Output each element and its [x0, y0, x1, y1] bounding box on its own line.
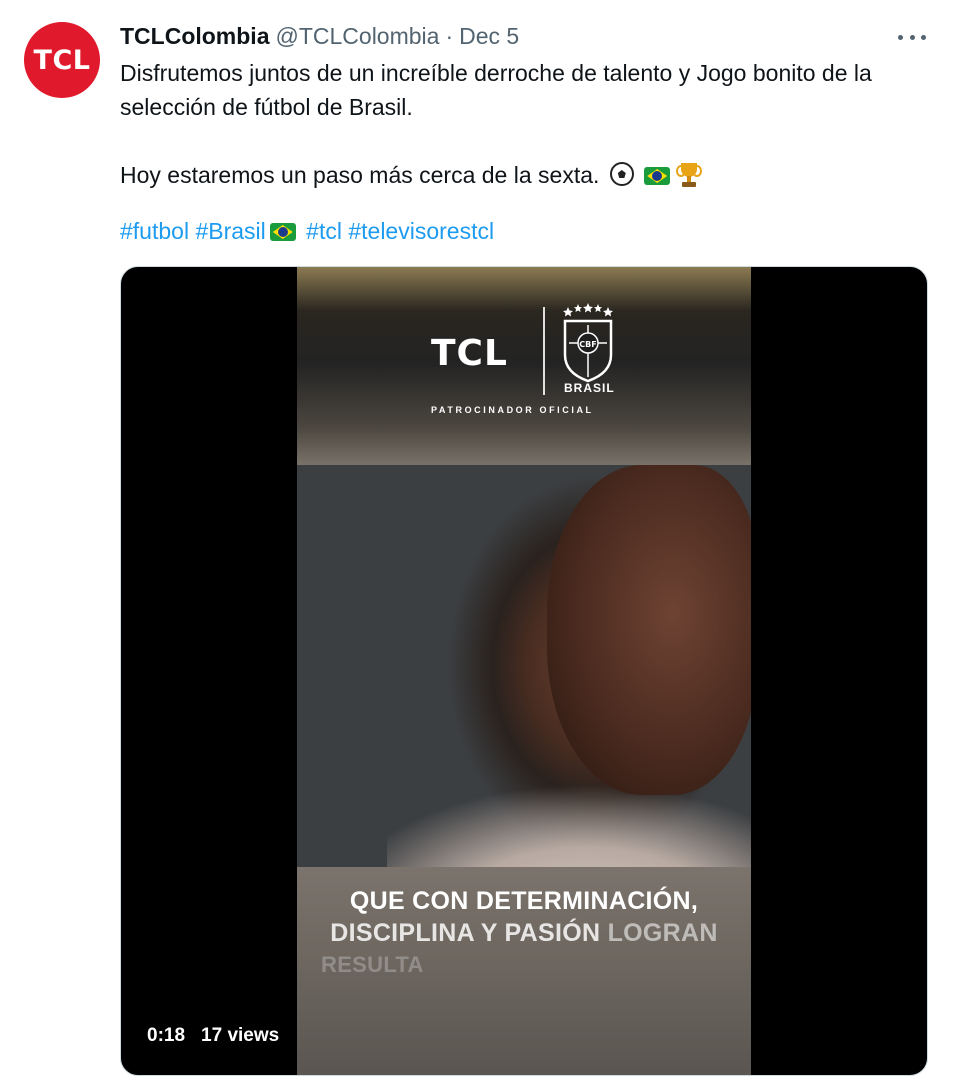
caption-line-2: DISCIPLINA Y PASIÓN LOGRAN: [297, 917, 751, 949]
brazil-flag-icon: [644, 167, 671, 185]
tcl-logo: TCL: [431, 333, 508, 374]
brasil-label: BRASIL: [564, 381, 615, 395]
logo-divider: [543, 307, 545, 395]
tweet-header: TCLColombia @TCLColombia · Dec 5: [120, 22, 519, 50]
video-caption: QUE CON DETERMINACIÓN, DISCIPLINA Y PASI…: [297, 885, 751, 981]
tweet-paragraph-2: Hoy estaremos un paso más cerca de la se…: [120, 158, 920, 192]
separator-dot: ·: [445, 22, 454, 49]
hashtag-brasil-text: #Brasil: [195, 218, 266, 244]
tweet-paragraph-2-text: Hoy estaremos un paso más cerca de la se…: [120, 162, 600, 188]
soccer-ball-icon: [609, 162, 634, 186]
tweet-paragraph-1: Disfrutemos juntos de un increíble derro…: [120, 60, 872, 120]
caption-line-2-main: DISCIPLINA Y PASIÓN: [330, 919, 601, 947]
video-time: 0:18: [147, 1025, 186, 1046]
trophy-icon: [676, 161, 703, 189]
hashtag-tcl[interactable]: #tcl: [306, 218, 342, 244]
user-handle[interactable]: @TCLColombia: [276, 23, 440, 50]
hashtag-brasil[interactable]: #Brasil: [195, 218, 299, 244]
video-frame: TCL CBF BRASIL PATROCINADOR OFICIAL QUE …: [297, 267, 751, 1075]
video-views: 17 views: [201, 1025, 280, 1046]
tweet-date[interactable]: Dec 5: [459, 23, 519, 50]
avatar-logo: TCL: [33, 44, 91, 76]
hashtag-futbol[interactable]: #futbol: [120, 218, 189, 244]
video-meta: 0:18 17 views: [147, 1025, 279, 1047]
hashtags: #futbol #Brasil #tcl #televisorestcl: [120, 214, 494, 248]
display-name[interactable]: TCLColombia: [120, 23, 270, 50]
svg-text:CBF: CBF: [579, 340, 596, 349]
sponsor-label: PATROCINADOR OFICIAL: [431, 405, 594, 415]
more-options-icon[interactable]: [898, 26, 926, 48]
brazil-flag-icon: [269, 223, 296, 241]
sponsor-banner: TCL CBF BRASIL PATROCINADOR OFICIAL: [297, 267, 751, 467]
avatar[interactable]: TCL: [24, 22, 100, 98]
caption-line-3: RESULTA: [321, 952, 424, 977]
caption-line-1: QUE CON DETERMINACIÓN,: [349, 887, 699, 915]
player-portrait: [297, 465, 751, 935]
tweet[interactable]: TCL TCLColombia @TCLColombia · Dec 5 Dis…: [0, 0, 956, 1084]
hashtag-televisorestcl[interactable]: #televisorestcl: [348, 218, 494, 244]
caption-line-2-fading: LOGRAN: [607, 919, 718, 947]
tweet-text: Disfrutemos juntos de un increíble derro…: [120, 56, 920, 192]
video-player[interactable]: TCL CBF BRASIL PATROCINADOR OFICIAL QUE …: [120, 266, 928, 1076]
